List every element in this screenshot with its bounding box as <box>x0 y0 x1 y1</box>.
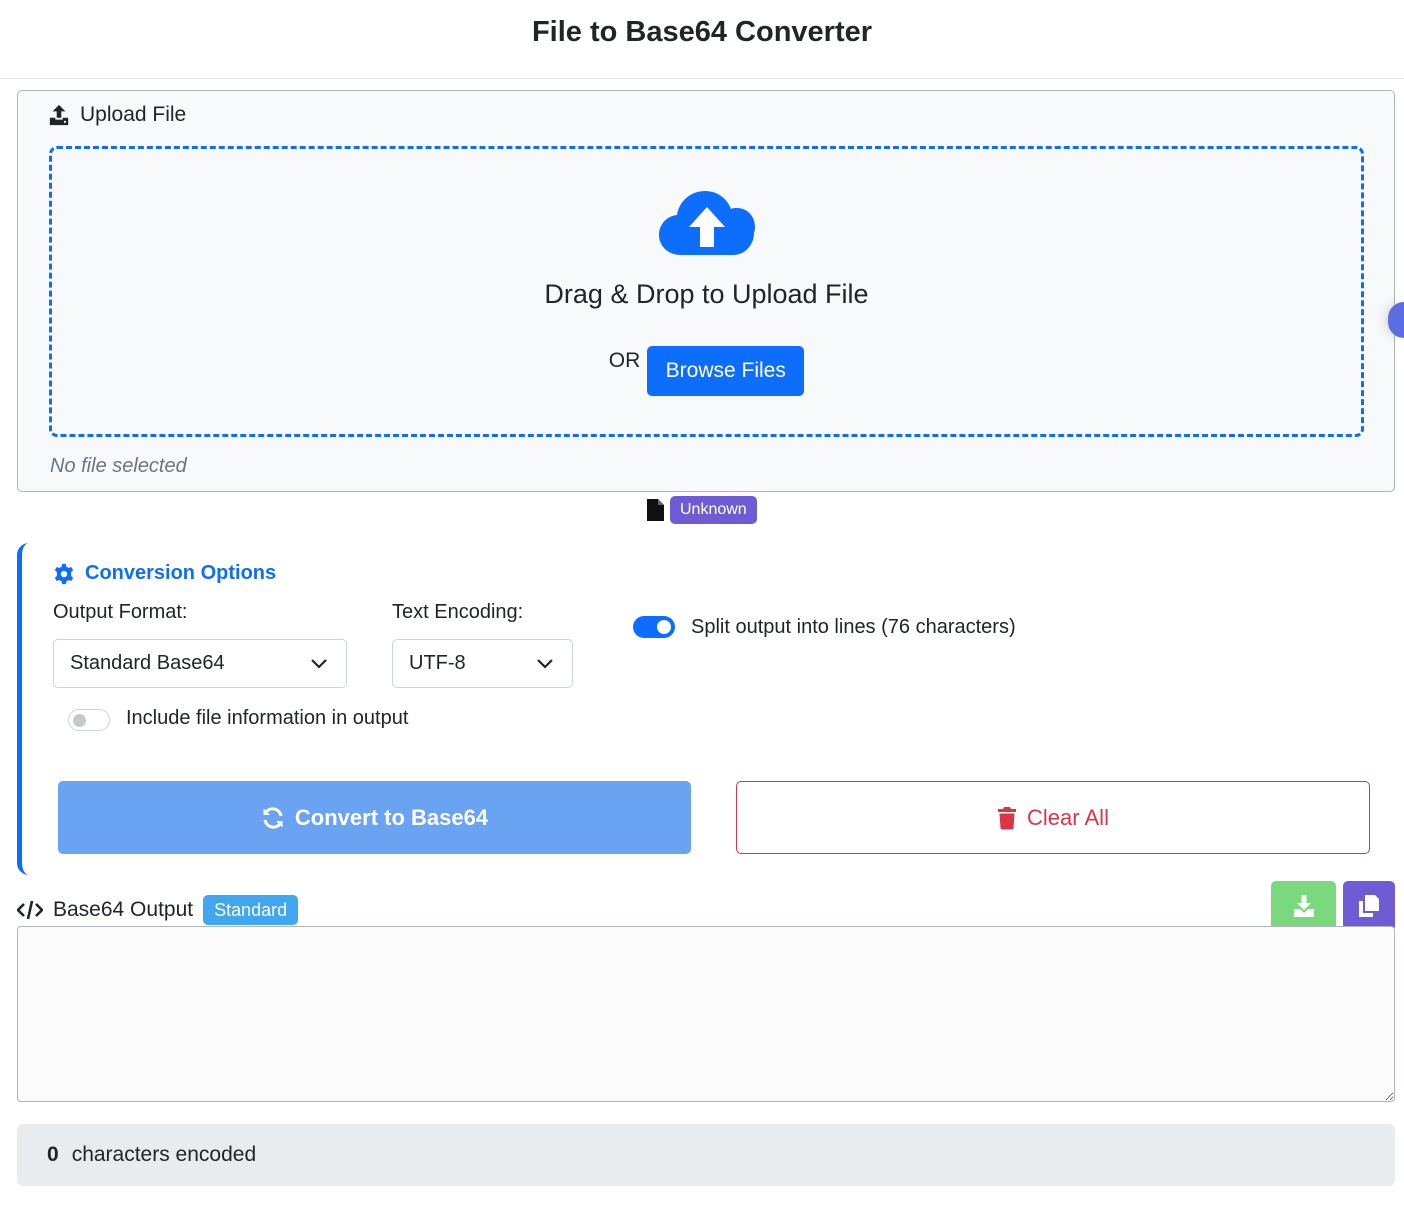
base64-output-textarea[interactable] <box>17 926 1395 1102</box>
upload-icon <box>49 104 69 126</box>
clear-all-button[interactable]: Clear All <box>736 781 1370 854</box>
drop-zone[interactable]: Drag & Drop to Upload File OR Browse Fil… <box>49 146 1364 437</box>
split-lines-toggle[interactable] <box>633 616 675 638</box>
browse-files-button[interactable]: Browse Files <box>647 346 805 396</box>
code-icon <box>17 900 43 920</box>
page-title: File to Base64 Converter <box>531 16 873 48</box>
text-encoding-value: UTF-8 <box>409 652 466 674</box>
copy-button[interactable] <box>1343 881 1395 931</box>
output-format-badge: Standard <box>203 895 299 925</box>
drop-instructions: Drag & Drop to Upload File <box>544 279 869 309</box>
chevron-down-icon <box>311 659 327 669</box>
options-title: Conversion Options <box>53 562 276 585</box>
stats-bar: 0 characters encoded <box>17 1124 1395 1186</box>
output-header: Base64 Output Standard <box>17 895 299 925</box>
browse-row: OR Browse Files <box>52 346 1361 396</box>
options-title-label: Conversion Options <box>85 562 277 584</box>
split-lines-label: Split output into lines (76 characters) <box>691 616 1016 638</box>
conversion-options-panel: Conversion Options Output Format: Standa… <box>17 543 1404 875</box>
text-encoding-label: Text Encoding: <box>392 601 524 623</box>
download-button[interactable] <box>1271 881 1336 931</box>
output-format-select[interactable]: Standard Base64 <box>53 639 347 688</box>
include-info-toggle[interactable] <box>68 709 110 731</box>
character-count-label: characters encoded <box>71 1143 257 1166</box>
output-label: Base64 Output <box>53 898 194 921</box>
trash-icon <box>998 806 1017 830</box>
cloud-upload-icon <box>659 191 755 255</box>
gear-icon <box>54 563 74 584</box>
page-header: File to Base64 Converter <box>0 0 1404 79</box>
text-encoding-select[interactable]: UTF-8 <box>392 639 573 688</box>
file-type-badge: Unknown <box>670 496 757 524</box>
output-format-value: Standard Base64 <box>70 652 225 674</box>
file-type-indicator: Unknown <box>647 496 757 524</box>
download-icon <box>1293 895 1314 917</box>
character-count: 0 <box>47 1143 59 1166</box>
copy-icon <box>1359 895 1379 917</box>
file-icon <box>647 499 664 521</box>
upload-card: Upload File Drag & Drop to Upload File O… <box>17 90 1395 492</box>
chevron-down-icon <box>537 659 553 669</box>
clear-all-label: Clear All <box>1027 804 1109 830</box>
upload-section-label: Upload File <box>80 103 187 126</box>
convert-button[interactable]: Convert to Base64 <box>58 781 691 854</box>
upload-section-header: Upload File <box>48 102 186 128</box>
convert-button-label: Convert to Base64 <box>294 804 489 830</box>
file-status-text: No file selected <box>50 455 187 477</box>
output-format-label: Output Format: <box>53 601 188 623</box>
or-text: OR <box>608 349 641 372</box>
include-info-label: Include file information in output <box>126 707 409 729</box>
sync-icon <box>263 806 283 829</box>
